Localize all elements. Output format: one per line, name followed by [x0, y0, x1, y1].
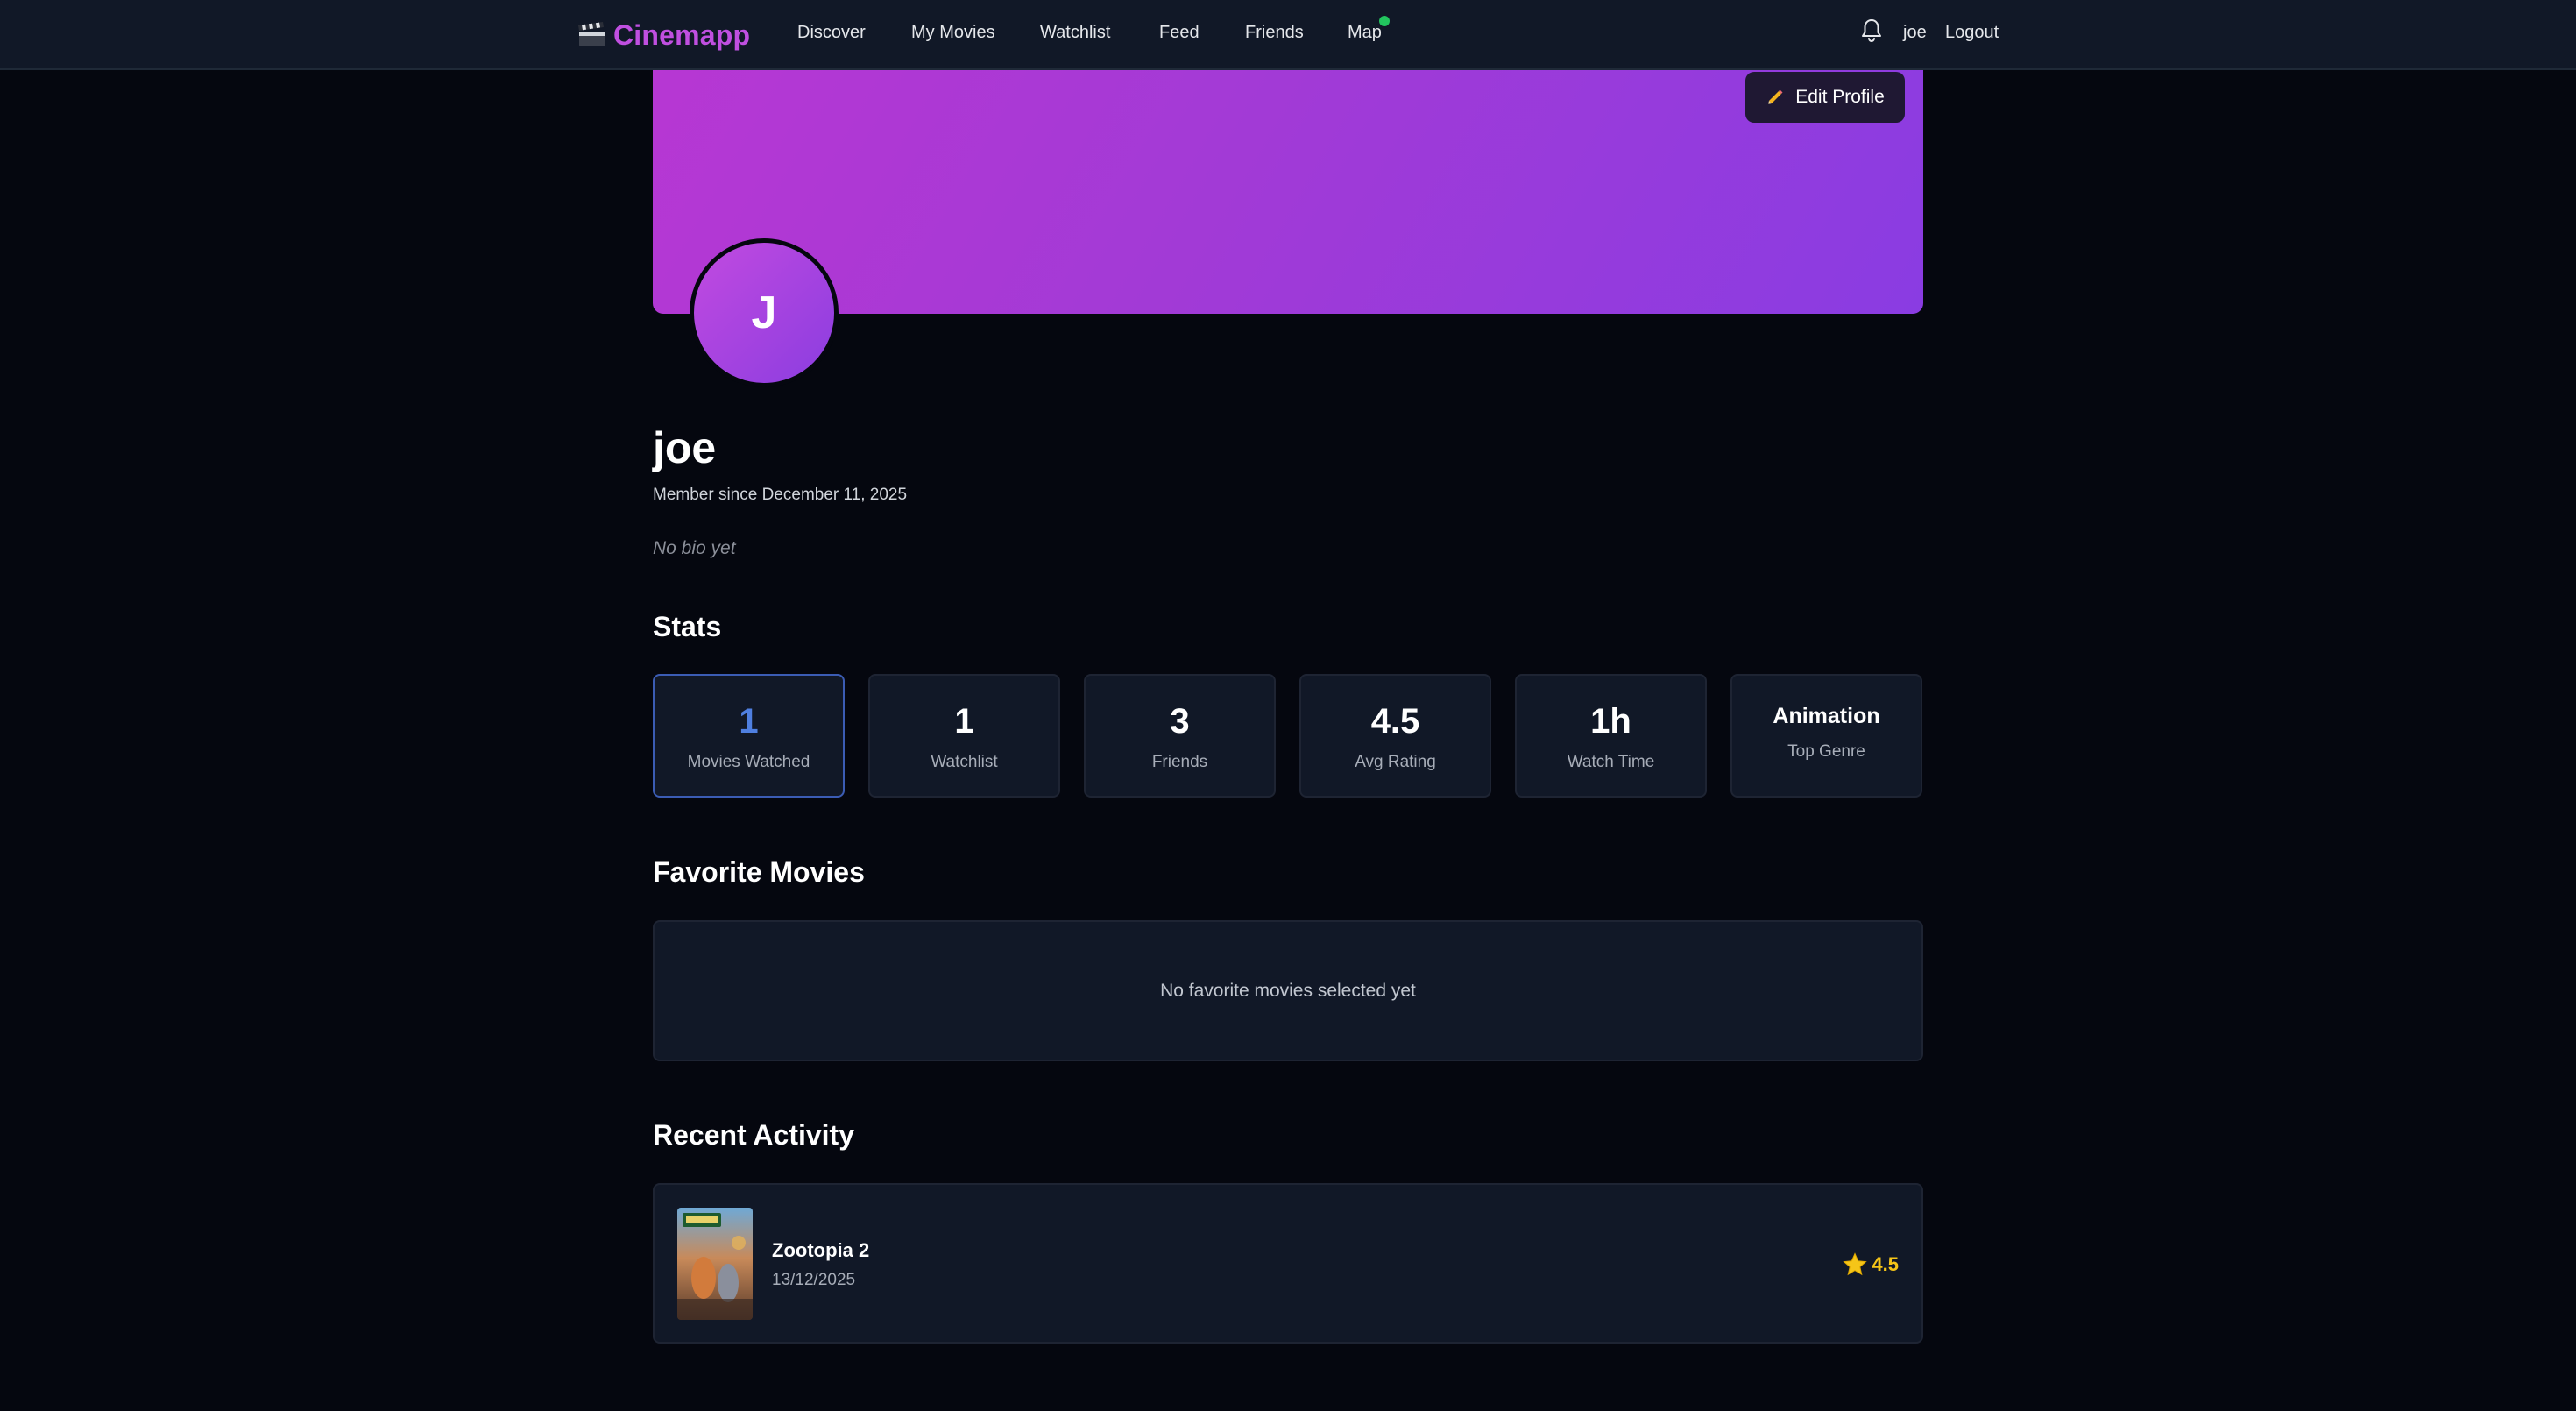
stat-value: 1h — [1590, 702, 1631, 741]
recent-activity-heading: Recent Activity — [653, 1119, 854, 1151]
star-icon — [1843, 1252, 1868, 1276]
stat-label: Watch Time — [1567, 753, 1655, 771]
member-since-text: Member since December 11, 2025 — [653, 486, 908, 504]
stat-value: Animation — [1773, 704, 1880, 728]
brand-logo-link[interactable]: Cinemapp — [577, 16, 750, 54]
nav-link-my-movies[interactable]: My Movies — [911, 23, 995, 43]
profile-banner — [653, 70, 1923, 314]
avatar: J — [690, 238, 839, 387]
nav-link-watchlist[interactable]: Watchlist — [1040, 23, 1110, 43]
stat-label: Top Genre — [1787, 742, 1865, 761]
activity-movie-title[interactable]: Zootopia 2 — [772, 1239, 869, 1262]
activity-rating: 4.5 — [1842, 1251, 1899, 1278]
stat-label: Avg Rating — [1355, 753, 1436, 771]
nav-link-feed[interactable]: Feed — [1159, 23, 1200, 43]
stat-card-watchlist[interactable]: 1 Watchlist — [868, 674, 1060, 798]
movie-poster[interactable] — [677, 1208, 753, 1320]
notification-bell-icon[interactable] — [1859, 18, 1884, 44]
stat-card-watch-time: 1h Watch Time — [1515, 674, 1707, 798]
edit-profile-button[interactable]: Edit Profile — [1745, 72, 1905, 123]
logout-link[interactable]: Logout — [1945, 23, 1999, 43]
nav-link-map[interactable]: Map — [1348, 23, 1382, 43]
favorite-movies-empty-text: No favorite movies selected yet — [1160, 980, 1416, 1001]
profile-username: joe — [653, 423, 717, 472]
nav-username-link[interactable]: joe — [1903, 23, 1927, 43]
stat-card-movies-watched[interactable]: 1 Movies Watched — [653, 674, 845, 798]
stat-value: 3 — [1170, 702, 1190, 741]
pencil-icon — [1768, 89, 1783, 104]
stat-value: 4.5 — [1370, 702, 1420, 741]
profile-bio: No bio yet — [653, 538, 736, 558]
activity-rating-value: 4.5 — [1872, 1253, 1899, 1275]
stat-label: Movies Watched — [687, 753, 810, 771]
favorite-movies-heading: Favorite Movies — [653, 856, 865, 888]
stat-value: 1 — [739, 702, 759, 741]
activity-item[interactable]: Zootopia 2 13/12/2025 4.5 — [653, 1183, 1923, 1344]
stat-label: Watchlist — [931, 753, 998, 771]
stat-value: 1 — [954, 702, 974, 741]
stat-card-avg-rating: 4.5 Avg Rating — [1299, 674, 1491, 798]
nav-link-discover[interactable]: Discover — [797, 23, 866, 43]
activity-date: 13/12/2025 — [772, 1271, 856, 1289]
edit-profile-label: Edit Profile — [1795, 87, 1885, 107]
stat-card-friends[interactable]: 3 Friends — [1084, 674, 1276, 798]
stat-label: Friends — [1151, 753, 1208, 771]
brand-name: Cinemapp — [613, 18, 751, 51]
top-navigation-bar: Cinemapp Discover My Movies Watchlist Fe… — [0, 0, 2576, 70]
stats-heading: Stats — [653, 611, 722, 642]
nav-link-friends[interactable]: Friends — [1245, 23, 1304, 43]
map-status-dot — [1379, 16, 1390, 26]
clapperboard-icon — [578, 22, 605, 46]
favorite-movies-empty-state: No favorite movies selected yet — [653, 920, 1923, 1061]
avatar-initial: J — [751, 287, 777, 338]
stat-card-top-genre: Animation Top Genre — [1730, 674, 1922, 798]
